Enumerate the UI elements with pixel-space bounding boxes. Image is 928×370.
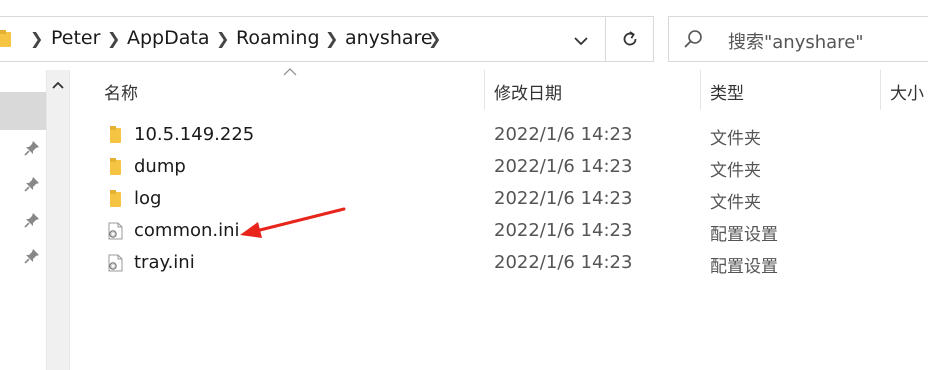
folder-icon [110,158,121,175]
search-icon [684,30,702,48]
pin-icon[interactable] [24,140,40,156]
file-date: 2022/1/6 14:23 [494,156,633,177]
column-divider[interactable] [880,70,881,110]
file-type: 文件夹 [710,193,761,213]
refresh-button[interactable] [606,16,654,62]
folder-icon [0,30,11,47]
file-name[interactable]: common.ini [134,220,240,241]
file-name[interactable]: 10.5.149.225 [134,124,254,145]
file-name[interactable]: tray.ini [134,252,195,273]
search-input[interactable]: 搜索"anyshare" [728,28,864,54]
annotation-arrow-icon [240,207,346,238]
breadcrumb-item-peter[interactable]: Peter [51,27,100,49]
file-date: 2022/1/6 14:23 [494,124,633,145]
folder-icon [110,190,121,207]
file-date: 2022/1/6 14:23 [494,188,633,209]
breadcrumb-item-anyshare[interactable]: anyshare [345,27,433,49]
chevron-up-icon [52,81,64,89]
file-type: 配置设置 [710,257,778,277]
file-name[interactable]: dump [134,156,186,177]
pin-icon[interactable] [24,176,40,192]
breadcrumb-separator[interactable]: ❯ [107,29,120,48]
column-header-type[interactable]: 类型 [710,79,744,104]
window-title-strip [0,0,928,6]
file-type: 文件夹 [710,161,761,181]
breadcrumb-item-roaming[interactable]: Roaming [236,27,320,49]
breadcrumb-separator[interactable]: ❯ [325,29,338,48]
refresh-icon [623,31,636,46]
nav-item-selected[interactable] [0,92,46,130]
chevron-down-icon [574,37,588,46]
breadcrumb-item-appdata[interactable]: AppData [127,27,210,49]
column-divider[interactable] [700,70,701,110]
pin-icon[interactable] [24,212,40,228]
column-header-size[interactable]: 大小 [890,79,924,104]
file-type: 文件夹 [710,129,761,149]
config-file-icon [108,254,123,272]
file-name[interactable]: log [134,188,161,209]
nav-scrollbar[interactable] [46,70,70,370]
scroll-up-button[interactable] [46,70,70,100]
folder-icon [110,126,121,143]
config-file-icon [108,222,123,240]
address-history-dropdown[interactable] [566,28,596,54]
file-type: 配置设置 [710,225,778,245]
file-date: 2022/1/6 14:23 [494,252,633,273]
column-header-name[interactable]: 名称 [104,79,138,104]
pin-icon[interactable] [24,248,40,264]
breadcrumb-separator[interactable]: ❯ [428,29,441,48]
column-divider[interactable] [484,70,485,110]
column-header-date[interactable]: 修改日期 [494,79,562,104]
breadcrumb-separator[interactable]: ❯ [30,29,43,48]
breadcrumb-separator[interactable]: ❯ [216,29,229,48]
sort-ascending-icon [283,68,297,76]
file-date: 2022/1/6 14:23 [494,220,633,241]
